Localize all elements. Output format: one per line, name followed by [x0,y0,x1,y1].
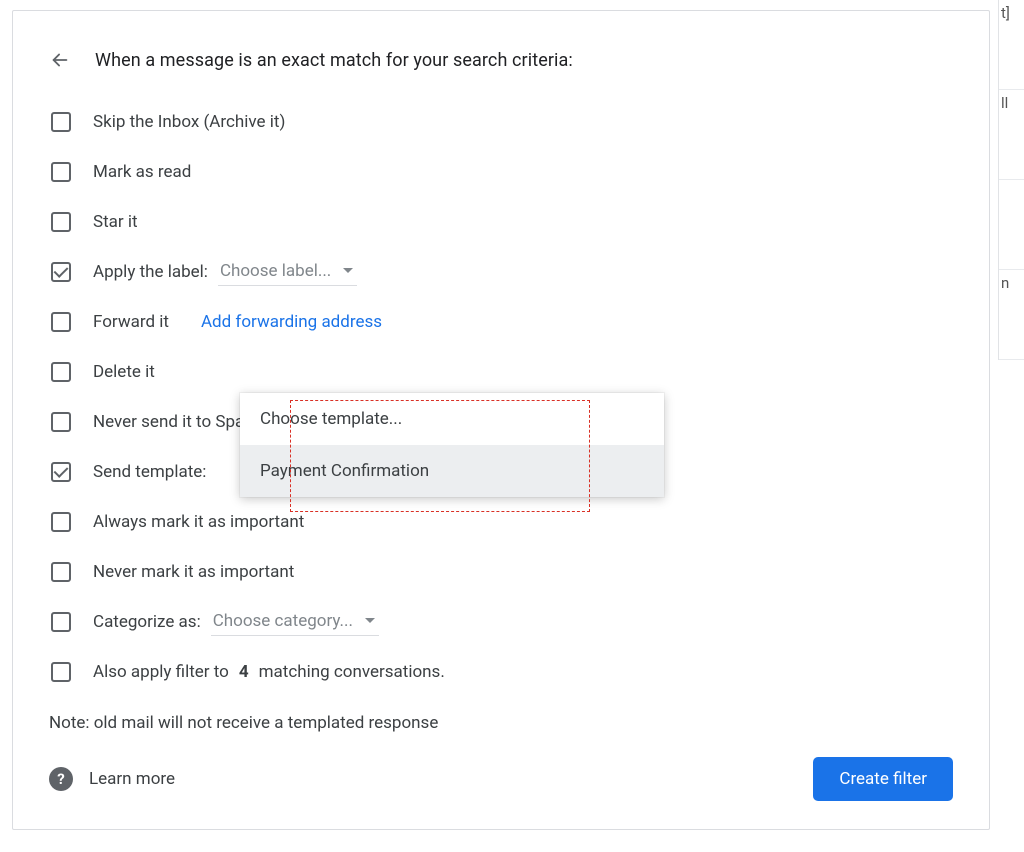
label-forward: Forward it [93,312,169,332]
back-arrow-icon[interactable] [49,49,71,71]
label-always-important: Always mark it as important [93,512,953,532]
option-skip-inbox[interactable]: Skip the Inbox (Archive it) [49,105,953,139]
categorize-dropdown-text: Choose category... [213,611,353,631]
checkbox-forward[interactable] [51,312,71,332]
option-forward[interactable]: Forward it Add forwarding address [49,305,953,339]
checkbox-skip-inbox[interactable] [51,112,71,132]
checkbox-categorize[interactable] [51,612,71,632]
template-option-payment-confirmation[interactable]: Payment Confirmation [240,445,664,497]
checkbox-star[interactable] [51,212,71,232]
help-icon: ? [49,767,73,791]
label-send-template-prefix: Send template: [93,462,206,482]
categorize-dropdown[interactable]: Choose category... [211,609,379,636]
option-delete[interactable]: Delete it [49,355,953,389]
panel-header: When a message is an exact match for you… [49,49,953,71]
option-mark-read[interactable]: Mark as read [49,155,953,189]
create-filter-button[interactable]: Create filter [813,757,953,801]
add-forwarding-address-link[interactable]: Add forwarding address [201,312,382,332]
checkbox-delete[interactable] [51,362,71,382]
option-always-important[interactable]: Always mark it as important [49,505,953,539]
also-apply-count: 4 [239,662,249,682]
label-mark-read: Mark as read [93,162,953,182]
label-delete: Delete it [93,362,953,382]
option-apply-label[interactable]: Apply the label: Choose label... [49,255,953,289]
apply-label-dropdown[interactable]: Choose label... [218,259,357,286]
checkbox-apply-label[interactable] [51,262,71,282]
label-star: Star it [93,212,953,232]
option-star[interactable]: Star it [49,205,953,239]
checkbox-send-template[interactable] [51,462,71,482]
checkbox-always-important[interactable] [51,512,71,532]
option-categorize[interactable]: Categorize as: Choose category... [49,605,953,639]
caret-down-icon [365,618,375,623]
option-also-apply[interactable]: Also apply filter to 4 matching conversa… [49,655,953,689]
option-never-important[interactable]: Never mark it as important [49,555,953,589]
checkbox-also-apply[interactable] [51,662,71,682]
checkbox-mark-read[interactable] [51,162,71,182]
label-also-apply-suffix: matching conversations. [259,662,445,682]
template-note: Note: old mail will not receive a templa… [49,713,953,733]
background-mail-list: t] ll n [998,0,1024,360]
template-option-choose[interactable]: Choose template... [240,393,664,445]
label-categorize-prefix: Categorize as: [93,612,201,632]
label-never-important: Never mark it as important [93,562,953,582]
label-skip-inbox: Skip the Inbox (Archive it) [93,112,953,132]
checkbox-never-spam[interactable] [51,412,71,432]
label-also-apply-prefix: Also apply filter to [93,662,229,682]
checkbox-never-important[interactable] [51,562,71,582]
label-apply-label-prefix: Apply the label: [93,262,208,282]
learn-more-link[interactable]: ? Learn more [49,767,175,791]
panel-title: When a message is an exact match for you… [95,50,573,71]
learn-more-text: Learn more [89,769,175,789]
template-dropdown-popover: Choose template... Payment Confirmation [240,393,664,497]
caret-down-icon [343,268,353,273]
apply-label-dropdown-text: Choose label... [220,261,331,281]
panel-footer: ? Learn more Create filter [49,757,953,801]
